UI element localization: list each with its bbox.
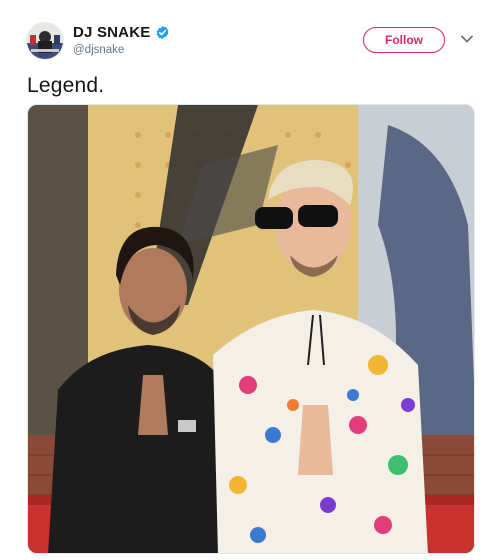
tweet-card: DJ SNAKE @djsnake Follow Legend. <box>0 0 502 560</box>
avatar[interactable] <box>26 22 64 60</box>
chevron-down-icon[interactable] <box>461 35 473 43</box>
author-name[interactable]: DJ SNAKE <box>73 24 150 41</box>
photo-illustration <box>28 105 474 553</box>
tweet-text: Legend. <box>27 74 105 97</box>
author-name-row: DJ SNAKE <box>73 24 170 41</box>
author-handle[interactable]: @djsnake <box>73 44 170 56</box>
tweet-photo[interactable] <box>27 104 475 554</box>
author-block: DJ SNAKE @djsnake <box>73 24 170 56</box>
avatar-image <box>27 23 63 59</box>
verified-badge-icon <box>157 25 169 40</box>
follow-button[interactable]: Follow <box>363 27 445 53</box>
